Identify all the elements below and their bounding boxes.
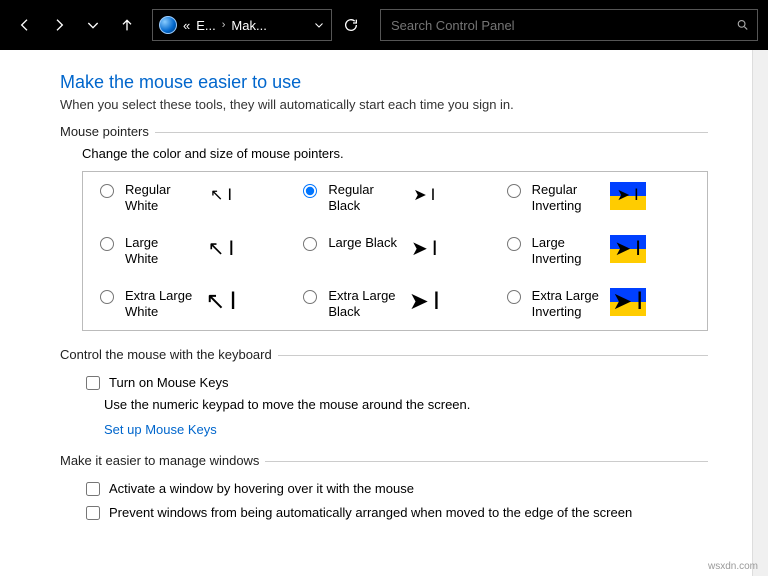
vertical-scrollbar[interactable] bbox=[752, 50, 768, 576]
pointer-option-regular-white[interactable]: Regular White ↖Ⅰ bbox=[95, 182, 288, 213]
radio-xl-black[interactable] bbox=[303, 290, 317, 304]
pointer-option-regular-inverting[interactable]: Regular Inverting ➤Ⅰ bbox=[502, 182, 695, 213]
mouse-keys-checkbox[interactable] bbox=[86, 376, 100, 390]
watermark: wsxdn.com bbox=[708, 561, 758, 572]
preview-regular-white: ↖Ⅰ bbox=[203, 182, 239, 210]
page-title: Make the mouse easier to use bbox=[60, 72, 708, 93]
breadcrumb-sep: › bbox=[222, 19, 226, 31]
radio-regular-white[interactable] bbox=[100, 184, 114, 198]
chevron-down-icon[interactable] bbox=[313, 19, 325, 31]
activate-hover-row[interactable]: Activate a window by hovering over it wi… bbox=[82, 479, 708, 499]
refresh-button[interactable] bbox=[336, 10, 366, 40]
search-input[interactable] bbox=[389, 17, 736, 34]
search-icon[interactable] bbox=[736, 18, 749, 32]
pointer-option-large-black[interactable]: Large Black ➤Ⅰ bbox=[298, 235, 491, 266]
setup-mouse-keys-link[interactable]: Set up Mouse Keys bbox=[104, 422, 708, 437]
recent-dropdown[interactable] bbox=[78, 10, 108, 40]
preview-large-inverting: ➤Ⅰ bbox=[610, 235, 646, 263]
control-panel-icon bbox=[159, 16, 177, 34]
address-bar[interactable]: « E... › Mak... bbox=[152, 9, 332, 41]
manage-windows-legend: Make it easier to manage windows bbox=[60, 453, 265, 468]
breadcrumb-part1[interactable]: E... bbox=[196, 18, 216, 33]
mouse-keys-label: Turn on Mouse Keys bbox=[109, 375, 228, 390]
pointer-option-xl-black[interactable]: Extra Large Black ➤Ⅰ bbox=[298, 288, 491, 319]
mouse-pointers-legend: Mouse pointers bbox=[60, 124, 155, 139]
preview-xl-white: ↖Ⅰ bbox=[203, 288, 239, 316]
manage-windows-group: Make it easier to manage windows Activat… bbox=[60, 461, 708, 541]
activate-hover-checkbox[interactable] bbox=[86, 482, 100, 496]
radio-xl-inverting[interactable] bbox=[507, 290, 521, 304]
keyboard-mouse-legend: Control the mouse with the keyboard bbox=[60, 347, 278, 362]
pointer-option-large-white[interactable]: Large White ↖Ⅰ bbox=[95, 235, 288, 266]
breadcrumb-part2[interactable]: Mak... bbox=[231, 18, 266, 33]
radio-large-black[interactable] bbox=[303, 237, 317, 251]
mouse-keys-checkbox-row[interactable]: Turn on Mouse Keys bbox=[82, 373, 708, 393]
preview-xl-black: ➤Ⅰ bbox=[406, 288, 442, 316]
mouse-pointers-desc: Change the color and size of mouse point… bbox=[82, 146, 708, 161]
activate-hover-label: Activate a window by hovering over it wi… bbox=[109, 481, 414, 496]
forward-button[interactable] bbox=[44, 10, 74, 40]
pointer-option-regular-black[interactable]: Regular Black ➤Ⅰ bbox=[298, 182, 491, 213]
radio-large-white[interactable] bbox=[100, 237, 114, 251]
breadcrumb-back: « bbox=[183, 18, 190, 33]
radio-large-inverting[interactable] bbox=[507, 237, 521, 251]
radio-xl-white[interactable] bbox=[100, 290, 114, 304]
preview-large-white: ↖Ⅰ bbox=[203, 235, 239, 263]
prevent-arrange-checkbox[interactable] bbox=[86, 506, 100, 520]
pointer-option-xl-white[interactable]: Extra Large White ↖Ⅰ bbox=[95, 288, 288, 319]
pointer-option-large-inverting[interactable]: Large Inverting ➤Ⅰ bbox=[502, 235, 695, 266]
up-button[interactable] bbox=[112, 10, 142, 40]
radio-regular-black[interactable] bbox=[303, 184, 317, 198]
pointer-options-grid: Regular White ↖Ⅰ Regular Black ➤Ⅰ Regula… bbox=[82, 171, 708, 331]
preview-large-black: ➤Ⅰ bbox=[406, 235, 442, 263]
pointer-option-xl-inverting[interactable]: Extra Large Inverting ➤Ⅰ bbox=[502, 288, 695, 319]
back-button[interactable] bbox=[10, 10, 40, 40]
prevent-arrange-label: Prevent windows from being automatically… bbox=[109, 505, 632, 520]
preview-regular-black: ➤Ⅰ bbox=[406, 182, 442, 210]
preview-xl-inverting: ➤Ⅰ bbox=[610, 288, 646, 316]
keyboard-mouse-group: Control the mouse with the keyboard Turn… bbox=[60, 355, 708, 451]
preview-regular-inverting: ➤Ⅰ bbox=[610, 182, 646, 210]
titlebar-nav: « E... › Mak... bbox=[0, 0, 768, 50]
page-subtitle: When you select these tools, they will a… bbox=[60, 97, 708, 112]
content-area: Make the mouse easier to use When you se… bbox=[0, 50, 768, 541]
prevent-arrange-row[interactable]: Prevent windows from being automatically… bbox=[82, 503, 708, 523]
search-box[interactable] bbox=[380, 9, 758, 41]
mouse-keys-desc: Use the numeric keypad to move the mouse… bbox=[104, 397, 708, 412]
radio-regular-inverting[interactable] bbox=[507, 184, 521, 198]
mouse-pointers-group: Mouse pointers Change the color and size… bbox=[60, 132, 708, 345]
